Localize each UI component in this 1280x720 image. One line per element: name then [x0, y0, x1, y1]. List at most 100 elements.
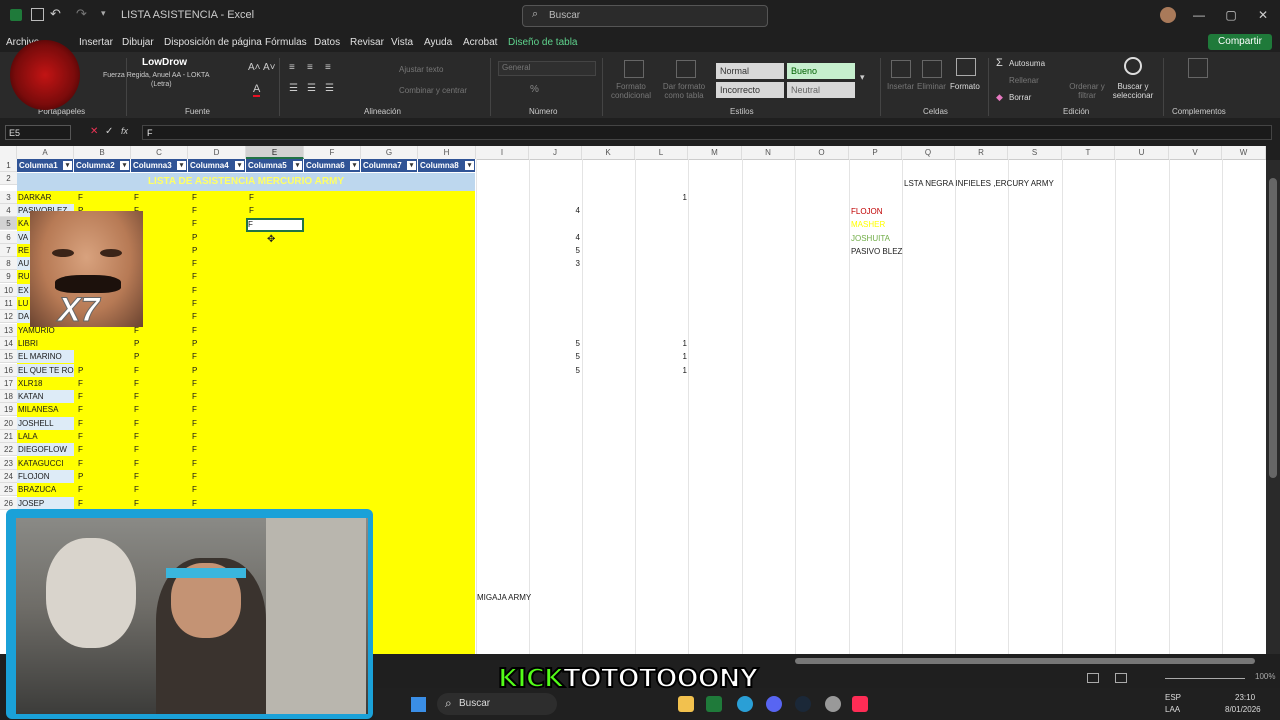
undo-icon[interactable]: ↶: [50, 6, 61, 22]
cell-l[interactable]: 1: [677, 191, 687, 204]
tab-insertar[interactable]: Insertar: [79, 37, 113, 48]
cell-d[interactable]: F: [192, 457, 197, 470]
cell-j[interactable]: 5: [570, 244, 580, 257]
tab-formulas[interactable]: Fórmulas: [265, 37, 307, 48]
name-cell[interactable]: XLR18: [17, 377, 74, 390]
filter-dropdown-icon[interactable]: ▾: [120, 161, 129, 170]
number-format-select[interactable]: General: [498, 61, 596, 76]
tab-acrobat[interactable]: Acrobat: [463, 37, 497, 48]
cell-d[interactable]: F: [192, 483, 197, 496]
filter-dropdown-icon[interactable]: ▾: [63, 161, 72, 170]
name-cell[interactable]: JOSEP: [17, 496, 74, 510]
blacklist-title[interactable]: LSTA NEGRA INFIELES ,ERCURY ARMY: [904, 177, 1054, 190]
find-select-button[interactable]: Buscar y seleccionar: [1108, 82, 1158, 100]
filter-dropdown-icon[interactable]: ▾: [293, 161, 302, 170]
row-header[interactable]: 9: [0, 270, 17, 284]
cell-d[interactable]: F: [192, 191, 197, 204]
column-header-q[interactable]: Q: [902, 146, 955, 159]
table-column-header[interactable]: Columna4 ▾: [188, 159, 246, 172]
cell-j[interactable]: 4: [570, 204, 580, 217]
cell-d[interactable]: F: [192, 443, 197, 456]
row-header[interactable]: 5: [0, 217, 17, 231]
excel-taskbar-icon[interactable]: [706, 696, 722, 712]
align-right-icon[interactable]: ☰: [325, 83, 334, 94]
column-header-k[interactable]: K: [582, 146, 635, 159]
blacklist-entry[interactable]: FLOJON: [851, 205, 883, 218]
filter-dropdown-icon[interactable]: ▾: [407, 161, 416, 170]
column-header-f[interactable]: F: [304, 146, 361, 159]
column-header-a[interactable]: A: [17, 146, 74, 159]
cell-d[interactable]: F: [192, 204, 197, 217]
find-icon[interactable]: [1124, 57, 1142, 75]
table-column-header[interactable]: Columna5 ▾: [246, 159, 304, 172]
name-cell[interactable]: LIBRI: [17, 337, 74, 350]
row-header[interactable]: 18: [0, 390, 17, 404]
cell-e[interactable]: F: [249, 191, 254, 204]
discord-icon[interactable]: [766, 696, 782, 712]
name-cell[interactable]: DIEGOFLOW: [17, 443, 74, 457]
shrink-font-icon[interactable]: A˅: [263, 62, 276, 73]
cell-e[interactable]: F: [249, 204, 254, 217]
row-header[interactable]: 21: [0, 430, 17, 443]
align-top-icon[interactable]: ≡: [289, 62, 295, 73]
row-header[interactable]: 22: [0, 443, 17, 457]
cell-d[interactable]: P: [192, 244, 197, 257]
cell-b[interactable]: F: [78, 417, 83, 430]
cell-b[interactable]: F: [78, 191, 83, 204]
row-header[interactable]: 15: [0, 350, 17, 364]
close-button[interactable]: ✕: [1256, 8, 1270, 22]
blacklist-entry[interactable]: MASHER: [851, 218, 885, 231]
cell-d[interactable]: F: [192, 284, 197, 297]
cell-b[interactable]: F: [78, 377, 83, 390]
cell-c[interactable]: F: [134, 470, 139, 483]
cell-d[interactable]: F: [192, 297, 197, 310]
migaja-army-label[interactable]: MIGAJA ARMY: [477, 591, 531, 604]
table-column-header[interactable]: Columna7 ▾: [361, 159, 418, 172]
format-table-button[interactable]: Dar formato como tabla: [660, 82, 708, 100]
style-neutral[interactable]: Neutral: [787, 82, 855, 98]
table-column-header[interactable]: Columna3 ▾: [131, 159, 188, 172]
cell-c[interactable]: F: [134, 390, 139, 403]
filter-dropdown-icon[interactable]: ▾: [465, 161, 474, 170]
cell-l[interactable]: 1: [677, 364, 687, 377]
table-column-header[interactable]: Columna2 ▾: [74, 159, 131, 172]
font-color-icon[interactable]: A: [253, 83, 261, 97]
insert-cells-icon[interactable]: [891, 60, 911, 78]
row-header[interactable]: 16: [0, 363, 17, 377]
normal-view-icon[interactable]: [1087, 673, 1099, 683]
cell-d[interactable]: F: [192, 417, 197, 430]
addins-icon[interactable]: [1188, 58, 1208, 78]
row-header[interactable]: 25: [0, 483, 17, 497]
sort-filter-button[interactable]: Ordenar y filtrar: [1068, 82, 1106, 100]
merge-center-button[interactable]: Combinar y centrar: [399, 86, 467, 95]
cell-c[interactable]: F: [134, 430, 139, 443]
row-header[interactable]: 11: [0, 297, 17, 310]
clock-date[interactable]: 8/01/2026: [1225, 705, 1261, 714]
row-header[interactable]: 8: [0, 257, 17, 271]
column-header-d[interactable]: D: [188, 146, 246, 159]
column-header-s[interactable]: S: [1008, 146, 1062, 159]
format-table-icon[interactable]: [676, 60, 696, 78]
name-cell[interactable]: EL MARINO: [17, 350, 74, 364]
insert-function-icon[interactable]: fx: [121, 126, 128, 136]
cell-d[interactable]: F: [192, 470, 197, 483]
cell-j[interactable]: 5: [570, 364, 580, 377]
cancel-icon[interactable]: ✕: [90, 126, 98, 137]
chrome-icon[interactable]: [825, 696, 841, 712]
row-header[interactable]: 13: [0, 323, 17, 337]
cell-c[interactable]: F: [134, 483, 139, 496]
column-header-i[interactable]: I: [476, 146, 529, 159]
conditional-format-icon[interactable]: [624, 60, 644, 78]
enter-icon[interactable]: ✓: [105, 126, 113, 137]
row-header[interactable]: 14: [0, 336, 17, 350]
row-header[interactable]: 4: [0, 203, 17, 217]
cell-d[interactable]: F: [192, 350, 197, 363]
tab-vista[interactable]: Vista: [391, 37, 413, 48]
row-header[interactable]: 12: [0, 310, 17, 324]
column-header-n[interactable]: N: [742, 146, 795, 159]
cell-d[interactable]: F: [192, 390, 197, 403]
cell-c[interactable]: F: [134, 403, 139, 416]
row-header[interactable]: 3: [0, 190, 17, 204]
minimize-button[interactable]: —: [1192, 8, 1206, 22]
file-explorer-icon[interactable]: [678, 696, 694, 712]
